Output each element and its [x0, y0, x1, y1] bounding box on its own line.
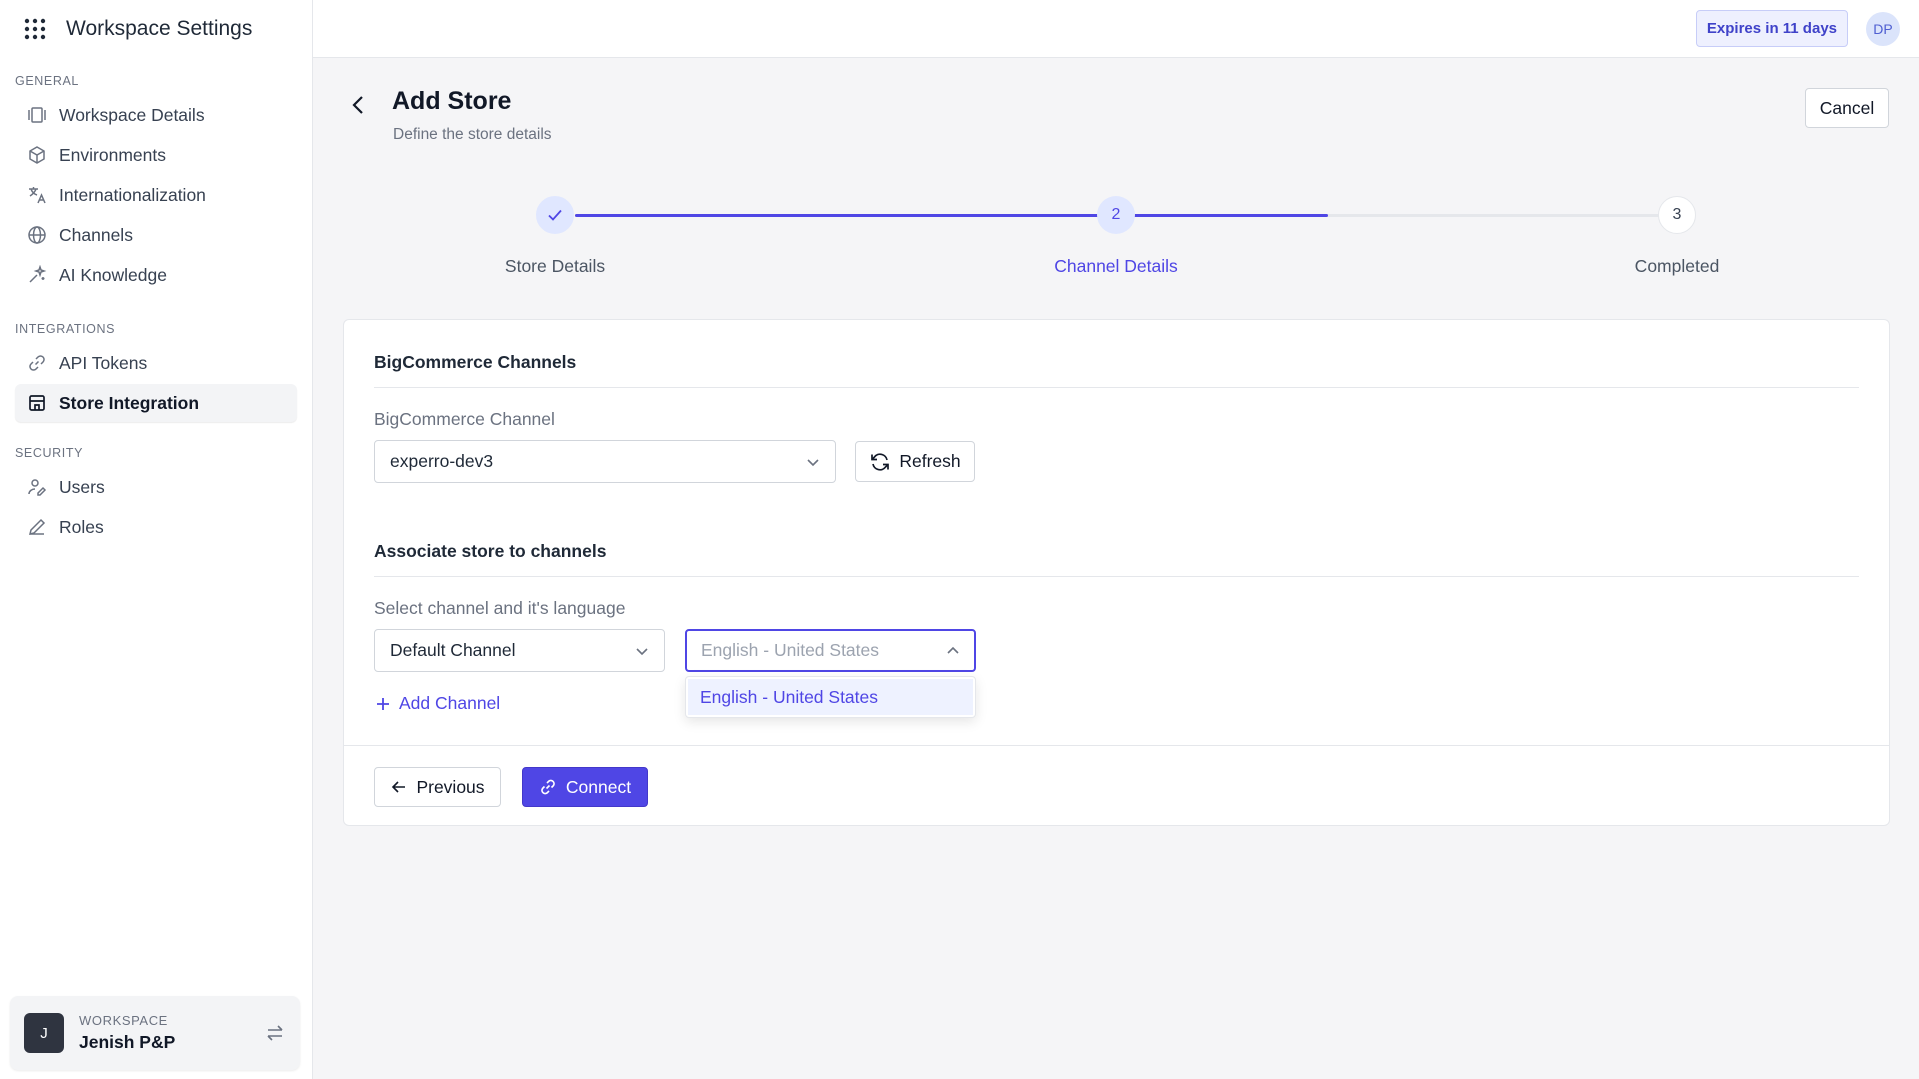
- translate-icon: [27, 185, 47, 205]
- page-title: Add Store: [392, 87, 512, 115]
- pencil-icon: [27, 517, 47, 537]
- workspace-info: WORKSPACE Jenish P&P: [79, 1013, 264, 1053]
- section-title-bigcommerce-channels: BigCommerce Channels: [374, 352, 577, 372]
- sidebar-item-channels[interactable]: Channels: [15, 216, 297, 254]
- section-divider: [374, 387, 1859, 388]
- stepper-progress: [575, 214, 1329, 217]
- connect-button[interactable]: Connect: [522, 767, 648, 807]
- sidebar: Workspace Settings GENERAL Workspace Det…: [0, 0, 313, 1079]
- sidebar-item-roles[interactable]: Roles: [15, 508, 297, 546]
- switch-arrows-icon[interactable]: [264, 1022, 286, 1044]
- bigcommerce-channel-label: BigCommerce Channel: [374, 409, 555, 429]
- users-icon: [27, 477, 47, 497]
- language-dropdown-menu: English - United States: [685, 676, 976, 718]
- sidebar-item-label: Store Integration: [59, 392, 200, 413]
- store-icon: [27, 393, 47, 413]
- step-2-label: Channel Details: [1054, 256, 1178, 276]
- channel-details-card: BigCommerce Channels BigCommerce Channel…: [343, 319, 1890, 826]
- select-placeholder: English - United States: [701, 640, 880, 660]
- link-icon: [27, 353, 47, 373]
- connect-label: Connect: [565, 776, 632, 797]
- step-2-circle: 2: [1097, 196, 1135, 234]
- globe-icon: [27, 225, 47, 245]
- sidebar-item-label: Users: [59, 476, 105, 497]
- sidebar-item-internationalization[interactable]: Internationalization: [15, 176, 297, 214]
- section-label-general: GENERAL: [15, 74, 79, 88]
- sidebar-item-users[interactable]: Users: [15, 468, 297, 506]
- footer-divider: [344, 745, 1889, 746]
- workspace-name: Jenish P&P: [79, 1032, 176, 1052]
- chevron-down-icon: [805, 454, 821, 470]
- sidebar-title: Workspace Settings: [66, 17, 253, 40]
- add-channel-button[interactable]: Add Channel: [375, 693, 500, 714]
- sidebar-item-ai-knowledge[interactable]: AI Knowledge: [15, 256, 297, 294]
- sidebar-item-environments[interactable]: Environments: [15, 136, 297, 174]
- chevron-down-icon: [634, 643, 650, 659]
- sidebar-item-label: Environments: [59, 144, 166, 165]
- section-title-associate-store: Associate store to channels: [374, 541, 607, 561]
- step-1-circle: [536, 196, 574, 234]
- check-icon: [546, 206, 564, 224]
- sidebar-item-label: Internationalization: [59, 184, 206, 205]
- cube-icon: [27, 145, 47, 165]
- sidebar-item-label: Channels: [59, 224, 133, 245]
- step-1-label: Store Details: [504, 256, 606, 276]
- workspace-icon: [27, 105, 47, 125]
- sidebar-item-api-tokens[interactable]: API Tokens: [15, 344, 297, 382]
- workspace-label: WORKSPACE: [79, 1013, 168, 1028]
- sidebar-item-workspace-details[interactable]: Workspace Details: [15, 96, 297, 134]
- user-avatar[interactable]: DP: [1866, 12, 1900, 46]
- refresh-icon: [869, 451, 891, 473]
- language-select[interactable]: English - United States: [685, 629, 976, 672]
- chevron-up-icon: [945, 643, 961, 659]
- associate-channel-label: Select channel and it's language: [374, 598, 626, 618]
- previous-button[interactable]: Previous: [374, 767, 501, 807]
- sidebar-item-label: API Tokens: [59, 352, 148, 373]
- bigcommerce-channel-select[interactable]: experro-dev3: [374, 440, 836, 483]
- language-option[interactable]: English - United States: [688, 679, 973, 715]
- expires-badge[interactable]: Expires in 11 days: [1695, 10, 1848, 47]
- refresh-button[interactable]: Refresh: [855, 441, 975, 482]
- back-arrow-icon[interactable]: [345, 91, 373, 119]
- plus-icon: [375, 696, 391, 712]
- cancel-button[interactable]: Cancel: [1805, 88, 1889, 128]
- top-bar: Expires in 11 days DP: [313, 0, 1919, 58]
- add-channel-label: Add Channel: [399, 693, 501, 713]
- refresh-label: Refresh: [899, 451, 961, 471]
- section-label-integrations: INTEGRATIONS: [15, 322, 116, 336]
- previous-label: Previous: [416, 776, 485, 797]
- sparkle-icon: [27, 265, 47, 285]
- section-label-security: SECURITY: [15, 446, 84, 460]
- sidebar-item-label: Roles: [59, 516, 104, 537]
- apps-grid-icon[interactable]: [24, 18, 46, 40]
- select-value: experro-dev3: [390, 451, 494, 471]
- channel-select[interactable]: Default Channel: [374, 629, 665, 672]
- page-subtitle: Define the store details: [393, 126, 552, 143]
- step-3-label: Completed: [1634, 256, 1720, 276]
- section-divider: [374, 576, 1859, 577]
- sidebar-item-store-integration[interactable]: Store Integration: [15, 384, 297, 422]
- sidebar-item-label: Workspace Details: [59, 104, 205, 125]
- workspace-switcher[interactable]: J WORKSPACE Jenish P&P: [10, 996, 300, 1070]
- link-icon: [539, 778, 557, 796]
- step-3-circle: 3: [1658, 196, 1696, 234]
- arrow-left-icon: [390, 778, 408, 796]
- workspace-avatar: J: [24, 1013, 64, 1053]
- sidebar-item-label: AI Knowledge: [59, 264, 167, 285]
- sidebar-header: Workspace Settings: [0, 0, 312, 58]
- select-value: Default Channel: [390, 640, 516, 660]
